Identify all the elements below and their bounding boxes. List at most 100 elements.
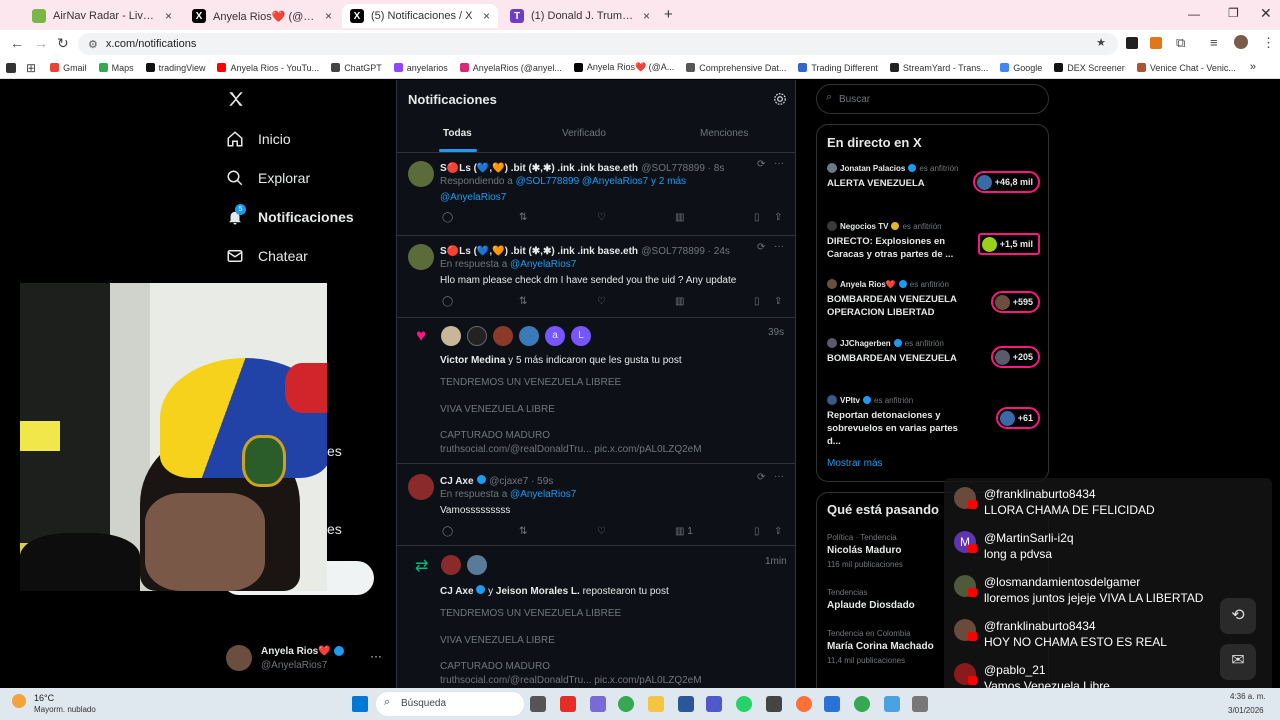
copilot-icon[interactable] [590, 696, 606, 712]
close-window-icon[interactable]: ✕ [1260, 5, 1272, 22]
bookmark-item[interactable]: ChatGPT [331, 63, 382, 73]
close-tab-icon[interactable]: × [165, 9, 172, 23]
repost-icon[interactable]: ⇅ [519, 212, 527, 223]
bookmark-star-icon[interactable]: ★ [1096, 36, 1106, 49]
reposter-name[interactable]: CJ Axe [440, 586, 474, 597]
reply-mentions-link[interactable]: @SOL778899 @AnyelaRios7 y 2 más [516, 176, 686, 187]
profile-avatar[interactable] [1234, 35, 1248, 49]
bookmark-item[interactable]: Anyela Rios❤️ (@A... [573, 62, 674, 73]
apps-grid-icon[interactable]: ⊞ [26, 61, 36, 75]
grok-icon[interactable]: ⟳ [757, 472, 765, 483]
liker-name[interactable]: Victor Medina [440, 355, 505, 366]
app-icon[interactable] [912, 696, 928, 712]
tab-notifications[interactable]: X (5) Notificaciones / X × [342, 4, 498, 28]
close-tab-icon[interactable]: × [643, 9, 650, 23]
teams-icon[interactable] [706, 696, 722, 712]
share-icon[interactable]: ⇪ [774, 526, 782, 537]
reply-mentions-link[interactable]: @AnyelaRios7 [510, 489, 576, 500]
tab-airnav[interactable]: AirNav Radar - Live Flight Track × [24, 4, 180, 28]
account-more-icon[interactable]: ··· [370, 649, 382, 663]
app-icon[interactable] [884, 696, 900, 712]
bookmark-item[interactable]: Comprehensive Dat... [686, 63, 786, 73]
views-icon[interactable]: ▥ 1 [675, 526, 693, 537]
repost-icon[interactable]: ⇅ [519, 526, 527, 537]
share-icon[interactable]: ⇪ [774, 296, 782, 307]
reply-mentions-link[interactable]: @AnyelaRios7 [510, 259, 576, 270]
like-icon[interactable]: ♡ [597, 526, 606, 537]
tab-trump[interactable]: T (1) Donald J. Trump (@realDonaldTrump)… [502, 4, 658, 28]
bookmark-item[interactable]: tradingView [145, 63, 205, 73]
mail-icon[interactable] [824, 696, 840, 712]
extensions-puzzle-icon[interactable]: ⧉ [1176, 35, 1185, 51]
grok-icon[interactable]: ⟳ [757, 159, 765, 170]
settings-gear-icon[interactable] [773, 92, 787, 106]
sidebar-toggle-icon[interactable] [6, 62, 16, 73]
bookmark-item[interactable]: Maps [98, 63, 134, 73]
account-switcher[interactable]: Anyela Rios❤️ @AnyelaRios7 ··· [226, 643, 396, 675]
minimize-icon[interactable]: — [1188, 7, 1200, 21]
views-icon[interactable]: ▥ [675, 212, 684, 223]
reply-icon[interactable]: ◯ [442, 296, 453, 307]
url-field[interactable]: ⚙ x.com/notifications ★ [78, 33, 1118, 55]
bookmark-item[interactable]: StreamYard - Trans... [889, 63, 988, 73]
firefox-icon[interactable] [796, 696, 812, 712]
tab-all[interactable]: Todas [443, 128, 472, 139]
nav-item-home[interactable]: Inicio [226, 130, 291, 148]
close-tab-icon[interactable]: × [483, 9, 490, 23]
like-icon[interactable]: ♡ [597, 296, 606, 307]
repost-icon[interactable]: ⇅ [519, 296, 527, 307]
bookmark-item[interactable]: anyelarios [393, 63, 448, 73]
views-icon[interactable]: ▥ [675, 296, 684, 307]
task-view-icon[interactable] [530, 696, 546, 712]
chat-message-button[interactable]: ✉ [1220, 644, 1256, 680]
bookmark-item[interactable]: Trading Different [798, 63, 878, 73]
reply-notification[interactable]: S🔴Ls (💙,🧡) .bit (✱,✱) .ink .ink base.eth… [397, 153, 796, 236]
x-logo-icon[interactable] [227, 90, 245, 111]
reply-notification[interactable]: CJ Axe @cjaxe7 · 59s En respuesta a @Any… [397, 464, 796, 546]
more-icon[interactable]: ··· [774, 471, 784, 482]
grok-icon[interactable]: ⟳ [757, 242, 765, 253]
bookmark-item[interactable]: Anyela Rios - YouTu... [217, 63, 319, 73]
more-bookmarks-button[interactable]: » [1250, 61, 1256, 73]
site-info-icon[interactable]: ⚙ [88, 38, 98, 51]
forward-icon[interactable]: → [34, 35, 48, 51]
metamask-icon[interactable] [1150, 37, 1162, 49]
windows-start-icon[interactable] [352, 696, 368, 712]
youtube-icon[interactable] [560, 696, 576, 712]
reply-icon[interactable]: ◯ [442, 212, 453, 223]
like-notification[interactable]: ♥ a L 39s Victor Medina y 5 más indicaro… [397, 318, 796, 464]
tab-mentions[interactable]: Menciones [700, 128, 748, 139]
media-controls-icon[interactable]: ≡ [1210, 35, 1218, 50]
bookmark-item[interactable]: Google [1000, 63, 1042, 73]
bookmark-item[interactable]: AnyelaRios (@anyel... [459, 63, 562, 73]
word-icon[interactable] [678, 696, 694, 712]
chrome-icon[interactable] [854, 696, 870, 712]
maximize-icon[interactable]: ❐ [1228, 6, 1239, 20]
bookmark-icon[interactable]: ▯ [754, 526, 760, 537]
reply-notification[interactable]: S🔴Ls (💙,🧡) .bit (✱,✱) .ink .ink base.eth… [397, 236, 796, 318]
more-icon[interactable]: ··· [774, 241, 784, 252]
file-explorer-icon[interactable] [648, 696, 664, 712]
reposter-name[interactable]: Jeison Morales L. [496, 586, 580, 597]
show-more-link[interactable]: Mostrar más [827, 458, 883, 469]
listener-count-pill[interactable]: +205 [990, 346, 1040, 368]
listener-count-pill[interactable]: +1,5 mil [977, 233, 1040, 255]
bookmark-item[interactable]: DEX Screener [1054, 63, 1125, 73]
nav-item-explore[interactable]: Explorar [226, 169, 310, 187]
like-icon[interactable]: ♡ [597, 212, 606, 223]
repost-notification[interactable]: ⇄ 1min CJ Axe y Jeison Morales L. repost… [397, 546, 796, 688]
new-tab-button[interactable]: + [664, 6, 673, 23]
whatsapp-icon[interactable] [736, 696, 752, 712]
share-icon[interactable]: ⇪ [774, 212, 782, 223]
back-icon[interactable]: ← [10, 35, 24, 51]
tab-anyela-profile[interactable]: X Anyela Rios❤️ (@AnyelaRios7) / X × [184, 4, 340, 28]
extension-icon[interactable] [1126, 37, 1138, 49]
listener-count-pill[interactable]: +61 [995, 407, 1040, 429]
tab-verified[interactable]: Verificado [562, 128, 606, 139]
listener-count-pill[interactable]: +46,8 mil [972, 171, 1040, 193]
menu-kebab-icon[interactable]: ⋮ [1262, 35, 1275, 51]
close-tab-icon[interactable]: × [325, 9, 332, 23]
reply-icon[interactable]: ◯ [442, 526, 453, 537]
trend-item[interactable]: Tendencia en Colombia María Corina Macha… [827, 629, 934, 665]
reload-icon[interactable]: ↻ [57, 35, 69, 52]
